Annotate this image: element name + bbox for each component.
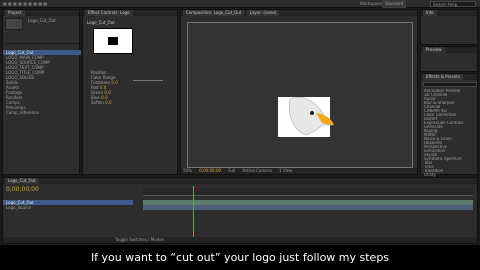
composition-tabbar: Composition: Logo_Cut_Out Layer: (none) <box>181 10 417 16</box>
preview-tabbar: Preview <box>421 47 477 53</box>
timeline-footer: Toggle Switches / Modes <box>3 237 477 243</box>
eagle-logo-icon <box>278 96 334 137</box>
after-effects-window: ▦ ▦ ▦ ▦ ▦ ▦ ▦ ▦ ▦ Workspace: Standard Se… <box>0 0 480 270</box>
help-search-input[interactable]: Search Help <box>430 1 476 7</box>
preview-panel: Preview <box>420 46 478 72</box>
table-row[interactable]: Logo_Source <box>3 205 133 210</box>
workspace-select[interactable]: Standard <box>382 0 407 8</box>
timeline-panel: Logo_Cut_Out 0;00;00;00 Logo_Cut_Out Log… <box>2 177 478 244</box>
effect-title: Logo_Cut_Out <box>87 20 115 25</box>
property-list: Position Color Range Fuzziness 0.0 Red 0… <box>85 70 177 105</box>
effects-search-input[interactable] <box>423 82 477 87</box>
playhead[interactable] <box>193 186 194 241</box>
zoom-select[interactable]: 50% <box>183 168 192 173</box>
project-panel: Project Logo_Cut_Out Logo_Cut_Out LOGO_M… <box>2 9 81 175</box>
tab-effect-controls[interactable]: Effect Controls: Logo <box>85 10 133 16</box>
tab-info[interactable]: Info <box>423 10 437 16</box>
info-tabbar: Info <box>421 10 477 16</box>
tab-timeline[interactable]: Logo_Cut_Out <box>5 178 39 184</box>
project-list: Logo_Cut_Out LOGO_MAIN_COMP LOGO_SOURCE_… <box>3 50 81 115</box>
effects-list: Animation Presets 3D Channel Audio Blur … <box>421 89 479 177</box>
video-caption: If you want to “cut out” your logo just … <box>0 245 480 270</box>
composition-panel: Composition: Logo_Cut_Out Layer: (none) … <box>180 9 418 175</box>
composition-footer: 50% 0;00;00;00 Full Active Camera 1 View <box>181 168 417 174</box>
menu-file[interactable]: ▦ ▦ ▦ ▦ ▦ ▦ ▦ ▦ ▦ <box>3 0 47 8</box>
project-selected-item: Logo_Cut_Out <box>28 18 56 23</box>
list-item[interactable]: Comp_reference <box>3 110 81 115</box>
timeline-timecode[interactable]: 0;00;00;00 <box>6 186 39 193</box>
resolution-select[interactable]: Full <box>228 168 235 173</box>
project-tabbar: Project <box>3 10 79 16</box>
view-select[interactable]: Active Camera <box>242 168 271 173</box>
tab-preview[interactable]: Preview <box>423 47 445 53</box>
timeline-tabbar: Logo_Cut_Out <box>3 178 477 184</box>
effects-presets-panel: Effects & Presets Animation Presets 3D C… <box>420 73 479 177</box>
solid-thumbnail-icon <box>93 28 133 54</box>
composition-timecode[interactable]: 0;00;00;00 <box>199 168 221 173</box>
project-thumbnail <box>5 18 23 30</box>
tab-layer[interactable]: Layer: (none) <box>246 10 280 16</box>
property-row[interactable]: Soften 0.0 <box>85 100 177 105</box>
menu-bar: ▦ ▦ ▦ ▦ ▦ ▦ ▦ ▦ ▦ Workspace: Standard Se… <box>0 0 480 8</box>
effect-controls-panel: Effect Controls: Logo Logo_Cut_Out Posit… <box>82 9 178 175</box>
composition-canvas[interactable] <box>187 22 413 168</box>
views-select[interactable]: 1 View <box>279 168 292 173</box>
tab-composition[interactable]: Composition: Logo_Cut_Out <box>183 10 245 16</box>
effect-controls-tabbar: Effect Controls: Logo <box>83 10 177 16</box>
workspace-label: Workspace: <box>360 1 384 6</box>
info-panel: Info <box>420 9 478 45</box>
tab-effects-presets[interactable]: Effects & Presets <box>423 74 463 80</box>
slider-track[interactable] <box>133 80 163 81</box>
effects-tabbar: Effects & Presets <box>421 74 477 80</box>
timeline-layer-list: Logo_Cut_Out Logo_Source <box>3 200 133 210</box>
project-info: Logo_Cut_Out <box>5 18 79 44</box>
tab-project[interactable]: Project <box>5 10 25 16</box>
toggle-switches-modes[interactable]: Toggle Switches / Modes <box>115 237 164 242</box>
